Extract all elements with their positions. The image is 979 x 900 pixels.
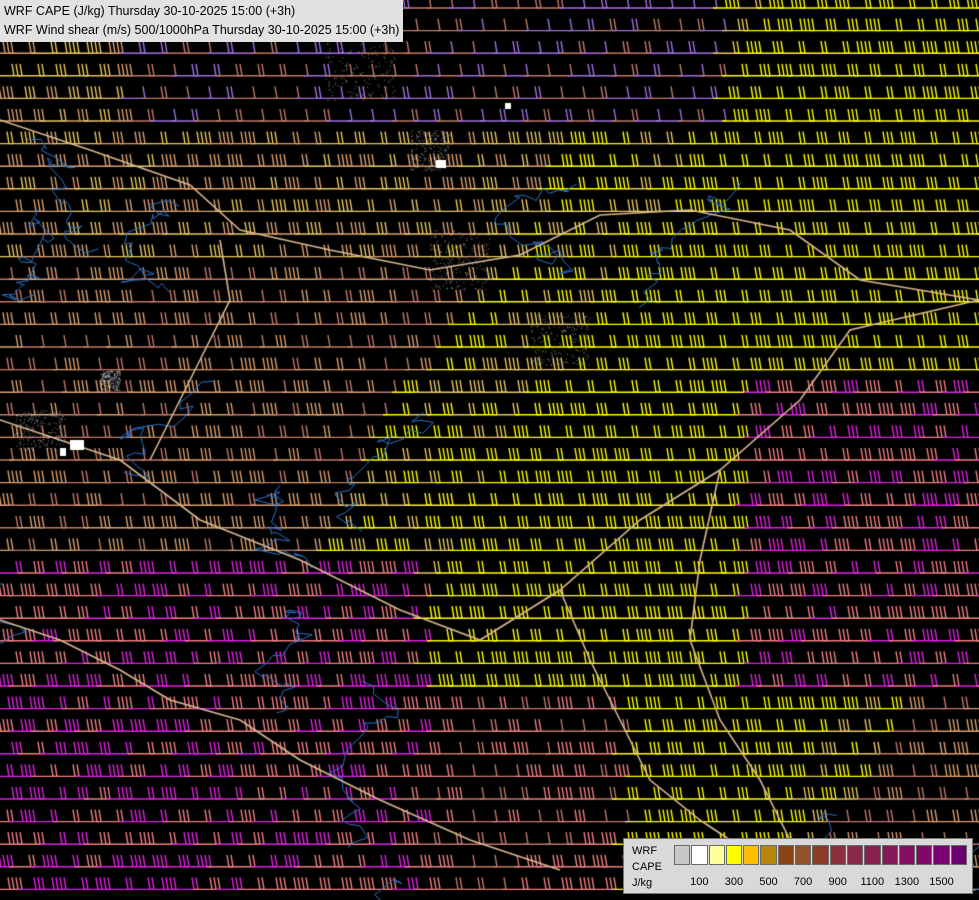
legend-swatch <box>708 845 725 865</box>
legend-tick-label: 300 <box>724 876 744 888</box>
legend-swatch <box>916 845 933 865</box>
legend-swatch <box>725 845 743 865</box>
legend-tick-label: 1100 <box>860 876 885 888</box>
legend-swatch <box>795 845 812 865</box>
legend-swatch <box>829 845 846 865</box>
legend-swatch <box>881 845 898 865</box>
map-title-box: WRF CAPE (J/kg) Thursday 30-10-2025 15:0… <box>0 0 404 42</box>
legend-tick-label: 700 <box>793 876 813 888</box>
legend-model-label: WRF <box>632 845 658 857</box>
legend-swatch <box>674 845 691 865</box>
legend-swatch <box>846 845 864 865</box>
legend-swatch <box>760 845 777 865</box>
legend-tick-label: 100 <box>690 876 709 888</box>
legend-variable-label: CAPE <box>632 861 662 873</box>
legend-swatch <box>691 845 708 865</box>
legend-swatch <box>950 845 968 865</box>
map-title-cape: WRF CAPE (J/kg) Thursday 30-10-2025 15:0… <box>4 4 296 18</box>
map-title-wind-shear: WRF Wind shear (m/s) 500/1000hPa Thursda… <box>4 23 400 37</box>
legend-tick-label: 1500 <box>929 876 954 888</box>
legend-unit-label: J/kg <box>632 877 653 889</box>
legend-tick-label: 1300 <box>894 876 920 888</box>
legend-swatch <box>743 845 760 865</box>
cape-legend: WRF CAPE J/kg 100 300 500 700 900 1100 1300 150… <box>623 838 973 894</box>
legend-swatch <box>864 845 881 865</box>
legend-tick-label: 900 <box>828 876 847 888</box>
legend-swatch <box>898 845 916 865</box>
wind-shear-barbs-map <box>0 0 979 900</box>
legend-swatch <box>933 845 950 865</box>
legend-swatch <box>812 845 829 865</box>
legend-color-scale <box>674 845 968 865</box>
legend-tick-label: 500 <box>759 876 778 888</box>
legend-tick-labels: 100 300 500 700 900 1100 1300 1500 <box>674 876 974 890</box>
legend-swatch <box>777 845 795 865</box>
